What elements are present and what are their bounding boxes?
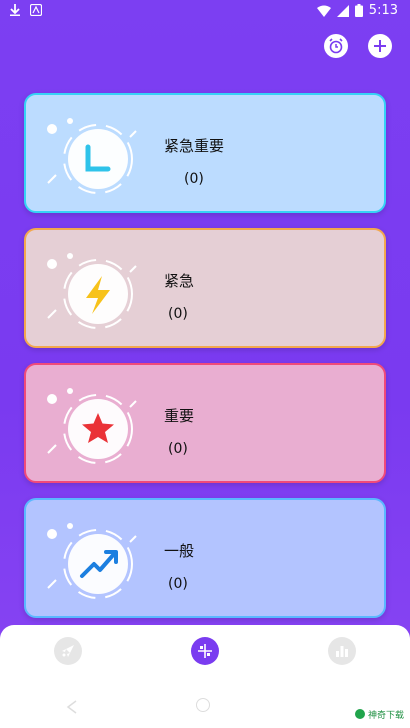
- alarm-button[interactable]: [324, 34, 348, 58]
- wifi-icon: [316, 5, 331, 17]
- app-screen: 5:13 紧急重要 (0) 紧急 (0) 重要 (0) 一般 (0) 神奇下载: [0, 0, 410, 728]
- card-important[interactable]: 重要 (0): [24, 363, 386, 483]
- rocket-icon: [62, 645, 75, 657]
- app-notification-icon: [30, 4, 42, 16]
- card-count: (0): [168, 576, 188, 592]
- nav-stats[interactable]: [327, 637, 356, 665]
- lightning-emblem: [47, 253, 137, 329]
- bottom-panel: 神奇下载: [0, 625, 410, 728]
- card-general[interactable]: 一般 (0): [24, 498, 386, 618]
- status-bar: 5:13: [0, 0, 410, 24]
- card-urgent[interactable]: 紧急 (0): [24, 228, 386, 348]
- watermark: 神奇下载: [342, 706, 404, 722]
- star-emblem: [47, 388, 137, 464]
- card-title: 紧急: [164, 272, 195, 290]
- quadrant-icon: [197, 644, 212, 658]
- top-actions: [324, 34, 392, 58]
- bar-chart-icon: [335, 646, 348, 657]
- download-icon: [10, 4, 20, 16]
- watermark-text: 神奇下载: [367, 710, 404, 721]
- back-icon[interactable]: [66, 700, 78, 714]
- trend-emblem: [47, 523, 137, 599]
- home-icon[interactable]: [196, 698, 210, 712]
- plus-icon: [374, 40, 386, 52]
- battery-icon: [354, 4, 363, 17]
- add-button[interactable]: [368, 34, 392, 58]
- nav-quadrant[interactable]: [190, 637, 219, 665]
- watermark-logo-icon: [354, 709, 365, 719]
- card-count: (0): [184, 171, 204, 187]
- card-urgent-important[interactable]: 紧急重要 (0): [24, 93, 386, 213]
- card-title: 重要: [164, 407, 195, 425]
- bottom-nav: [0, 631, 410, 671]
- card-title: 紧急重要: [164, 137, 225, 155]
- card-count: (0): [168, 306, 188, 322]
- nav-rocket[interactable]: [54, 637, 83, 665]
- card-count: (0): [168, 441, 188, 457]
- signal-icon: [336, 4, 349, 17]
- status-time: 5:13: [368, 3, 398, 18]
- card-title: 一般: [164, 542, 195, 560]
- alarm-clock-icon: [329, 38, 343, 54]
- clock-emblem: [47, 118, 137, 194]
